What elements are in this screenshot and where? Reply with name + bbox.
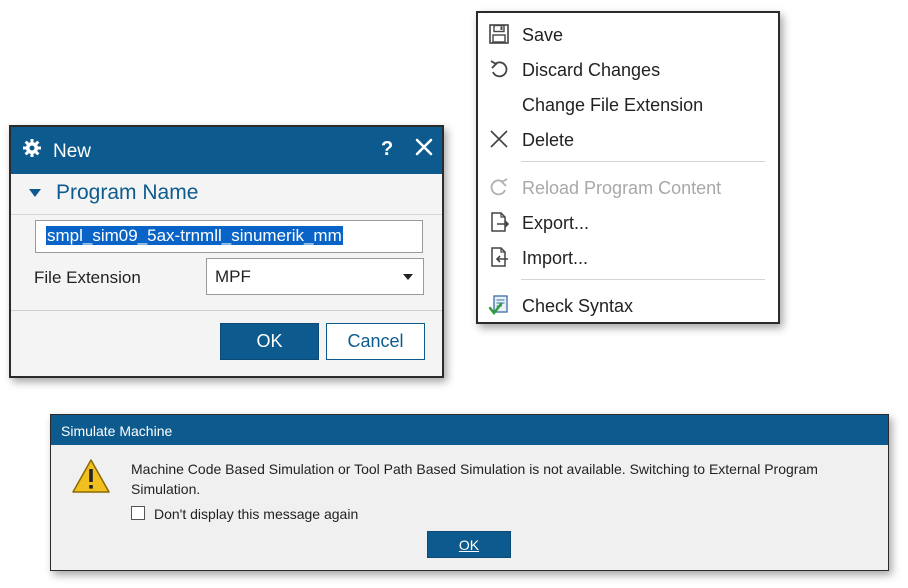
export-icon: [488, 211, 510, 233]
dropdown-arrow-icon[interactable]: [403, 274, 413, 280]
menu-item-save[interactable]: Save: [478, 20, 778, 50]
menu-item-label: Import...: [522, 248, 589, 268]
menu-item-change-file-extension[interactable]: Change File Extension: [478, 90, 778, 120]
ok-button[interactable]: OK: [220, 323, 319, 360]
new-program-dialog: New ? Program Name smpl_sim09_5ax-trnmll…: [9, 125, 444, 378]
dialog-title: New: [53, 141, 92, 162]
menu-item-delete[interactable]: Delete: [478, 125, 778, 155]
program-context-menu: Save Discard Changes Change File Extensi…: [476, 11, 780, 324]
menu-item-export[interactable]: Export...: [478, 208, 778, 238]
menu-item-label: Reload Program Content: [522, 178, 722, 198]
collapse-triangle-icon[interactable]: [29, 189, 41, 197]
program-name-value: smpl_sim09_5ax-trnmll_sinumerik_mm: [46, 226, 343, 245]
divider: [11, 310, 442, 311]
reload-icon: [488, 176, 510, 198]
checkbox-label[interactable]: Don't display this message again: [154, 506, 358, 522]
menu-item-label: Delete: [522, 130, 575, 150]
menu-separator: [521, 279, 765, 280]
menu-item-label: Save: [522, 25, 564, 45]
dont-display-again-checkbox[interactable]: [131, 506, 145, 520]
file-extension-value: MPF: [215, 267, 251, 286]
close-icon[interactable]: [414, 137, 434, 162]
menu-item-reload-program-content: Reload Program Content: [478, 173, 778, 203]
ok-button[interactable]: OK: [427, 531, 511, 558]
undo-icon: [488, 58, 510, 80]
ok-label: OK: [458, 537, 480, 553]
cancel-button[interactable]: Cancel: [326, 323, 425, 360]
new-dialog-titlebar[interactable]: New ?: [11, 127, 442, 174]
simulate-machine-dialog: Simulate Machine Machine Code Based Simu…: [50, 414, 889, 571]
warning-icon: [71, 458, 111, 499]
menu-item-discard-changes[interactable]: Discard Changes: [478, 55, 778, 85]
program-name-section-header[interactable]: Program Name: [11, 174, 442, 215]
menu-item-label: Change File Extension: [522, 95, 704, 115]
gear-icon: [22, 138, 42, 163]
menu-item-label: Discard Changes: [522, 60, 661, 80]
simulate-dialog-titlebar[interactable]: Simulate Machine: [51, 415, 888, 445]
program-name-input[interactable]: smpl_sim09_5ax-trnmll_sinumerik_mm: [35, 220, 423, 253]
import-icon: [488, 246, 510, 268]
check-syntax-icon: [488, 294, 510, 316]
menu-item-check-syntax[interactable]: Check Syntax: [478, 291, 778, 321]
menu-item-label: Check Syntax: [522, 296, 634, 316]
save-icon: [488, 23, 510, 45]
dialog-title: Simulate Machine: [61, 423, 173, 439]
delete-x-icon: [488, 128, 510, 150]
menu-item-import[interactable]: Import...: [478, 243, 778, 273]
file-extension-select[interactable]: MPF: [206, 258, 424, 295]
section-title: Program Name: [56, 181, 199, 204]
file-extension-label: File Extension: [34, 268, 141, 287]
help-button[interactable]: ?: [381, 138, 393, 161]
menu-separator: [521, 161, 765, 162]
menu-item-label: Export...: [522, 213, 590, 233]
simulate-message: Machine Code Based Simulation or Tool Pa…: [131, 461, 818, 497]
